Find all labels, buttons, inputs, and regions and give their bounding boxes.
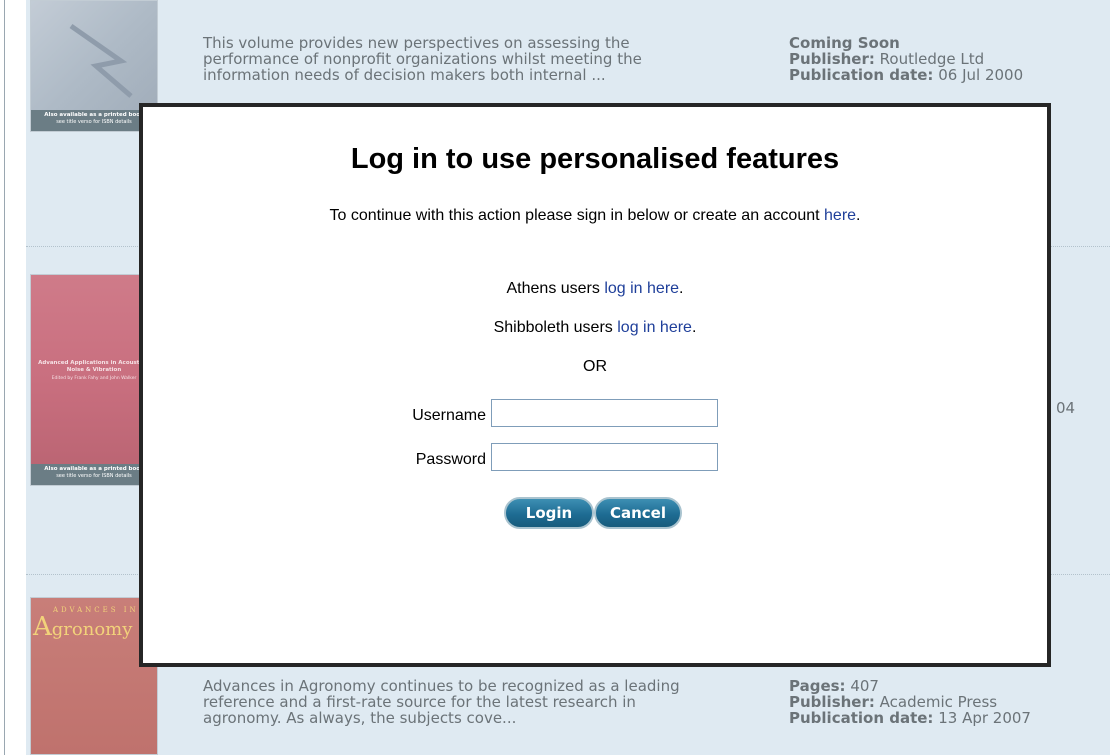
- login-modal: Log in to use personalised features To c…: [139, 103, 1051, 667]
- intro-end: .: [856, 207, 861, 224]
- cover-brand-initial: A: [33, 612, 52, 642]
- book-description-3: Advances in Agronomy continues to be rec…: [203, 677, 680, 727]
- username-label: Username: [412, 407, 486, 424]
- or-separator: OR: [583, 358, 607, 375]
- date-value: 13 Apr 2007: [938, 709, 1031, 727]
- cover-brand-rest: gronomy: [51, 619, 133, 640]
- intro-line: To continue with this action please sign…: [143, 207, 1047, 225]
- date-value: 06 Jul 2000: [938, 66, 1024, 84]
- shibboleth-line: Shibboleth users log in here.: [143, 319, 1047, 337]
- password-input[interactable]: [491, 443, 718, 471]
- cover-art-1: [69, 23, 133, 98]
- athens-login-link[interactable]: log in here: [604, 280, 679, 297]
- book-meta-2-partial: 04: [1056, 399, 1076, 417]
- book-meta-1: Coming Soon Publisher: Routledge Ltd Pub…: [789, 35, 1099, 83]
- cover-brand-3: Agronomy: [33, 612, 132, 642]
- athens-text: Athens users: [506, 280, 605, 297]
- cover-title-2: Advanced Applications in Acoustics, Nois…: [38, 360, 150, 373]
- intro-text: To continue with this action please sign…: [329, 207, 825, 224]
- athens-end: .: [679, 280, 684, 297]
- shibboleth-text: Shibboleth users: [493, 319, 618, 336]
- modal-title: Log in to use personalised features: [350, 143, 840, 175]
- cancel-button[interactable]: Cancel: [594, 497, 682, 529]
- date-label: Publication date:: [789, 709, 934, 727]
- shibboleth-login-link[interactable]: log in here: [617, 319, 692, 336]
- cover-editors-2: Edited by Frank Fahy and John Walker: [51, 376, 137, 381]
- athens-line: Athens users log in here.: [143, 280, 1047, 298]
- shibboleth-end: .: [691, 319, 697, 336]
- password-label: Password: [415, 451, 486, 468]
- login-button[interactable]: Login: [504, 497, 594, 529]
- page-left-border: [4, 0, 5, 755]
- create-account-link[interactable]: here: [824, 207, 856, 224]
- date-label: Publication date:: [789, 66, 934, 84]
- book-description-1: This volume provides new perspectives on…: [203, 34, 642, 84]
- username-input[interactable]: [491, 399, 718, 427]
- book-meta-3: Pages: 407 Publisher: Academic Press Pub…: [789, 678, 1099, 726]
